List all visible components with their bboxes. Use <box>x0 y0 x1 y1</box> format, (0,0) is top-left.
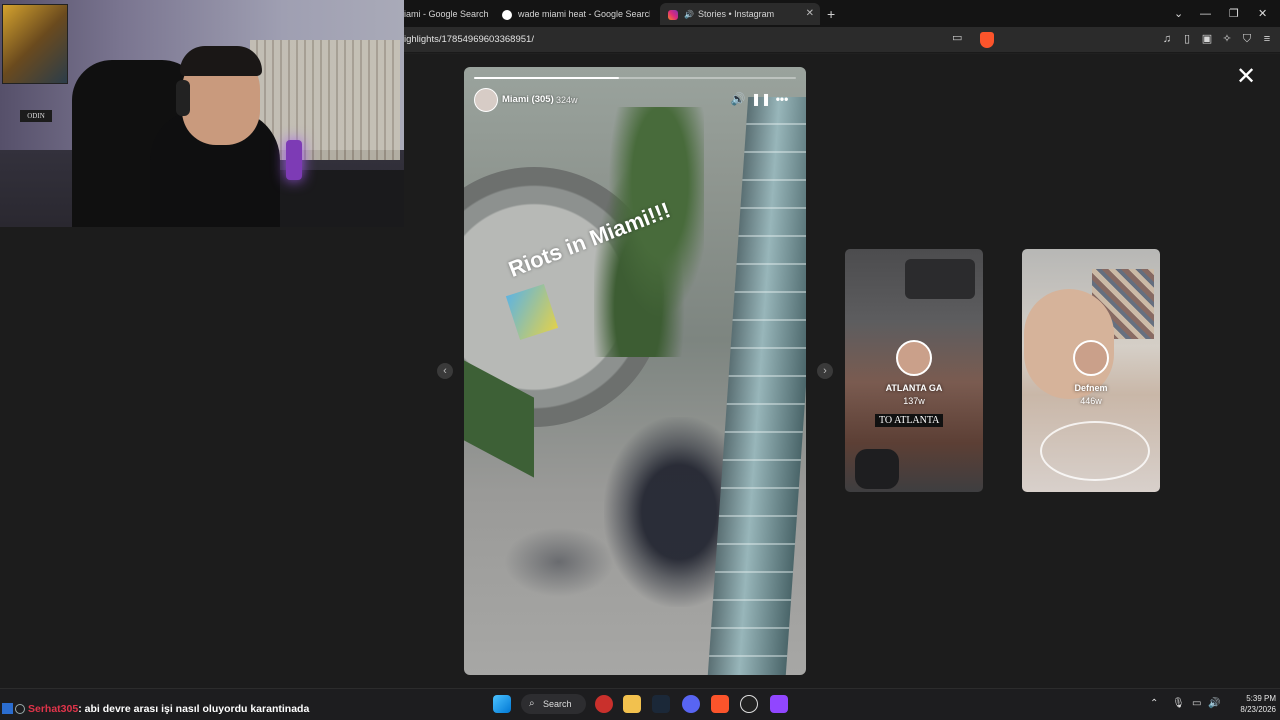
taskbar-search-label: Search <box>543 699 572 709</box>
chat-message: Serhat305: abi devre arası işi nasıl olu… <box>2 703 309 715</box>
tray-chevron-icon[interactable]: ⌃ <box>1150 698 1158 709</box>
windows-start-icon[interactable] <box>493 695 511 713</box>
story-progress-fill <box>474 77 619 79</box>
preview-heart-outline <box>1040 421 1150 481</box>
story-author-avatar[interactable] <box>474 88 498 112</box>
tab-instagram-stories[interactable]: 🔊 Stories • Instagram ✕ <box>660 3 820 25</box>
webcam-streamer-hair <box>180 46 262 76</box>
wallet-icon[interactable]: ▣ <box>1200 32 1214 46</box>
cast-icon[interactable]: ▭ <box>952 31 962 44</box>
webcam-headset <box>176 80 190 116</box>
file-explorer-icon[interactable] <box>623 695 641 713</box>
chat-text: : abi devre arası işi nasıl oluyordu kar… <box>78 703 310 715</box>
clock-date: 8/23/2026 <box>1240 705 1276 714</box>
tab-label: wade miami heat - Google Search <box>518 9 650 19</box>
taskbar-clock[interactable]: 5:39 PM 8/23/2026 <box>1228 693 1276 715</box>
steam-icon[interactable] <box>652 695 670 713</box>
webcam-painting <box>2 4 68 84</box>
close-tab-icon[interactable]: ✕ <box>806 3 814 25</box>
story-preview-defnem[interactable]: Defnem 446w <box>1022 249 1160 492</box>
close-window-button[interactable]: ✕ <box>1258 3 1267 25</box>
taskbar-search[interactable]: ⌕ Search <box>521 694 586 714</box>
story-building <box>707 97 806 675</box>
webcam-sign: ODIN <box>20 110 52 122</box>
story-crowd-secondary <box>504 527 614 597</box>
music-icon[interactable]: ♫ <box>1160 32 1174 46</box>
chat-badge-icon <box>2 703 13 714</box>
tab-list-chevron-icon[interactable]: ⌄ <box>1174 3 1183 25</box>
volume-icon[interactable]: 🔊 <box>730 91 746 107</box>
chat-username: Serhat305 <box>28 703 79 715</box>
sidebar-icon[interactable]: ▯ <box>1180 32 1194 46</box>
minimize-button[interactable]: — <box>1200 3 1211 25</box>
preview-dashboard <box>905 259 975 299</box>
tab-google-search-1[interactable]: iami - Google Search <box>404 3 490 25</box>
story-author-name[interactable]: Miami (305) <box>502 94 554 105</box>
tab-label: iami - Google Search <box>404 9 489 19</box>
next-story-arrow-icon[interactable]: › <box>817 363 833 379</box>
preview-avatar <box>1073 340 1109 376</box>
brave-browser-icon[interactable] <box>711 695 729 713</box>
microphone-icon[interactable]: 🎙 <box>1172 698 1185 709</box>
twitch-icon[interactable] <box>770 695 788 713</box>
menu-icon[interactable]: ≡ <box>1260 32 1274 46</box>
previous-story-arrow-icon[interactable]: ‹ <box>437 363 453 379</box>
webcam-microphone <box>286 140 302 180</box>
obs-icon[interactable] <box>740 695 758 713</box>
discord-icon[interactable] <box>682 695 700 713</box>
tab-google-search-2[interactable]: wade miami heat - Google Search <box>502 3 650 25</box>
vpn-shield-icon[interactable]: ⛉ <box>1240 32 1254 46</box>
preview-cupholder <box>855 449 899 489</box>
maximize-button[interactable]: ❐ <box>1229 3 1239 25</box>
chat-badge-ring-icon <box>15 704 25 714</box>
close-story-viewer-icon[interactable]: ✕ <box>1235 65 1257 89</box>
more-options-icon[interactable]: ••• <box>774 91 790 107</box>
brave-shield-icon[interactable] <box>980 32 994 48</box>
url-field[interactable]: ighlights/17854969603368951/ <box>404 27 1000 53</box>
preview-age: 137w <box>903 396 925 406</box>
speaker-icon: 🔊 <box>684 10 694 19</box>
search-icon: ⌕ <box>529 698 535 709</box>
preview-name: Defnem <box>1074 383 1108 393</box>
network-icon[interactable]: ▭ <box>1192 698 1201 709</box>
active-story[interactable]: Miami (305) 324w 🔊 ❚❚ ••• Riots in Miami… <box>464 67 806 675</box>
instagram-icon <box>668 9 678 20</box>
preview-avatar <box>896 340 932 376</box>
story-age: 324w <box>556 95 578 105</box>
app-red-icon[interactable] <box>595 695 613 713</box>
tab-label: Stories • Instagram <box>697 9 775 19</box>
preview-overlay-text: TO ATLANTA <box>875 414 944 427</box>
new-tab-button[interactable]: + <box>827 3 835 25</box>
clock-time: 5:39 PM <box>1246 694 1276 703</box>
pause-icon[interactable]: ❚❚ <box>751 91 771 107</box>
story-preview-atlanta[interactable]: ATLANTA GA 137w TO ATLANTA <box>845 249 983 492</box>
volume-tray-icon[interactable]: 🔊 <box>1208 698 1220 709</box>
leo-ai-icon[interactable]: ✧ <box>1220 32 1234 46</box>
webcam-overlay: ODIN <box>0 0 404 227</box>
preview-age: 446w <box>1080 396 1102 406</box>
preview-name: ATLANTA GA <box>885 383 943 393</box>
google-icon <box>502 9 512 20</box>
